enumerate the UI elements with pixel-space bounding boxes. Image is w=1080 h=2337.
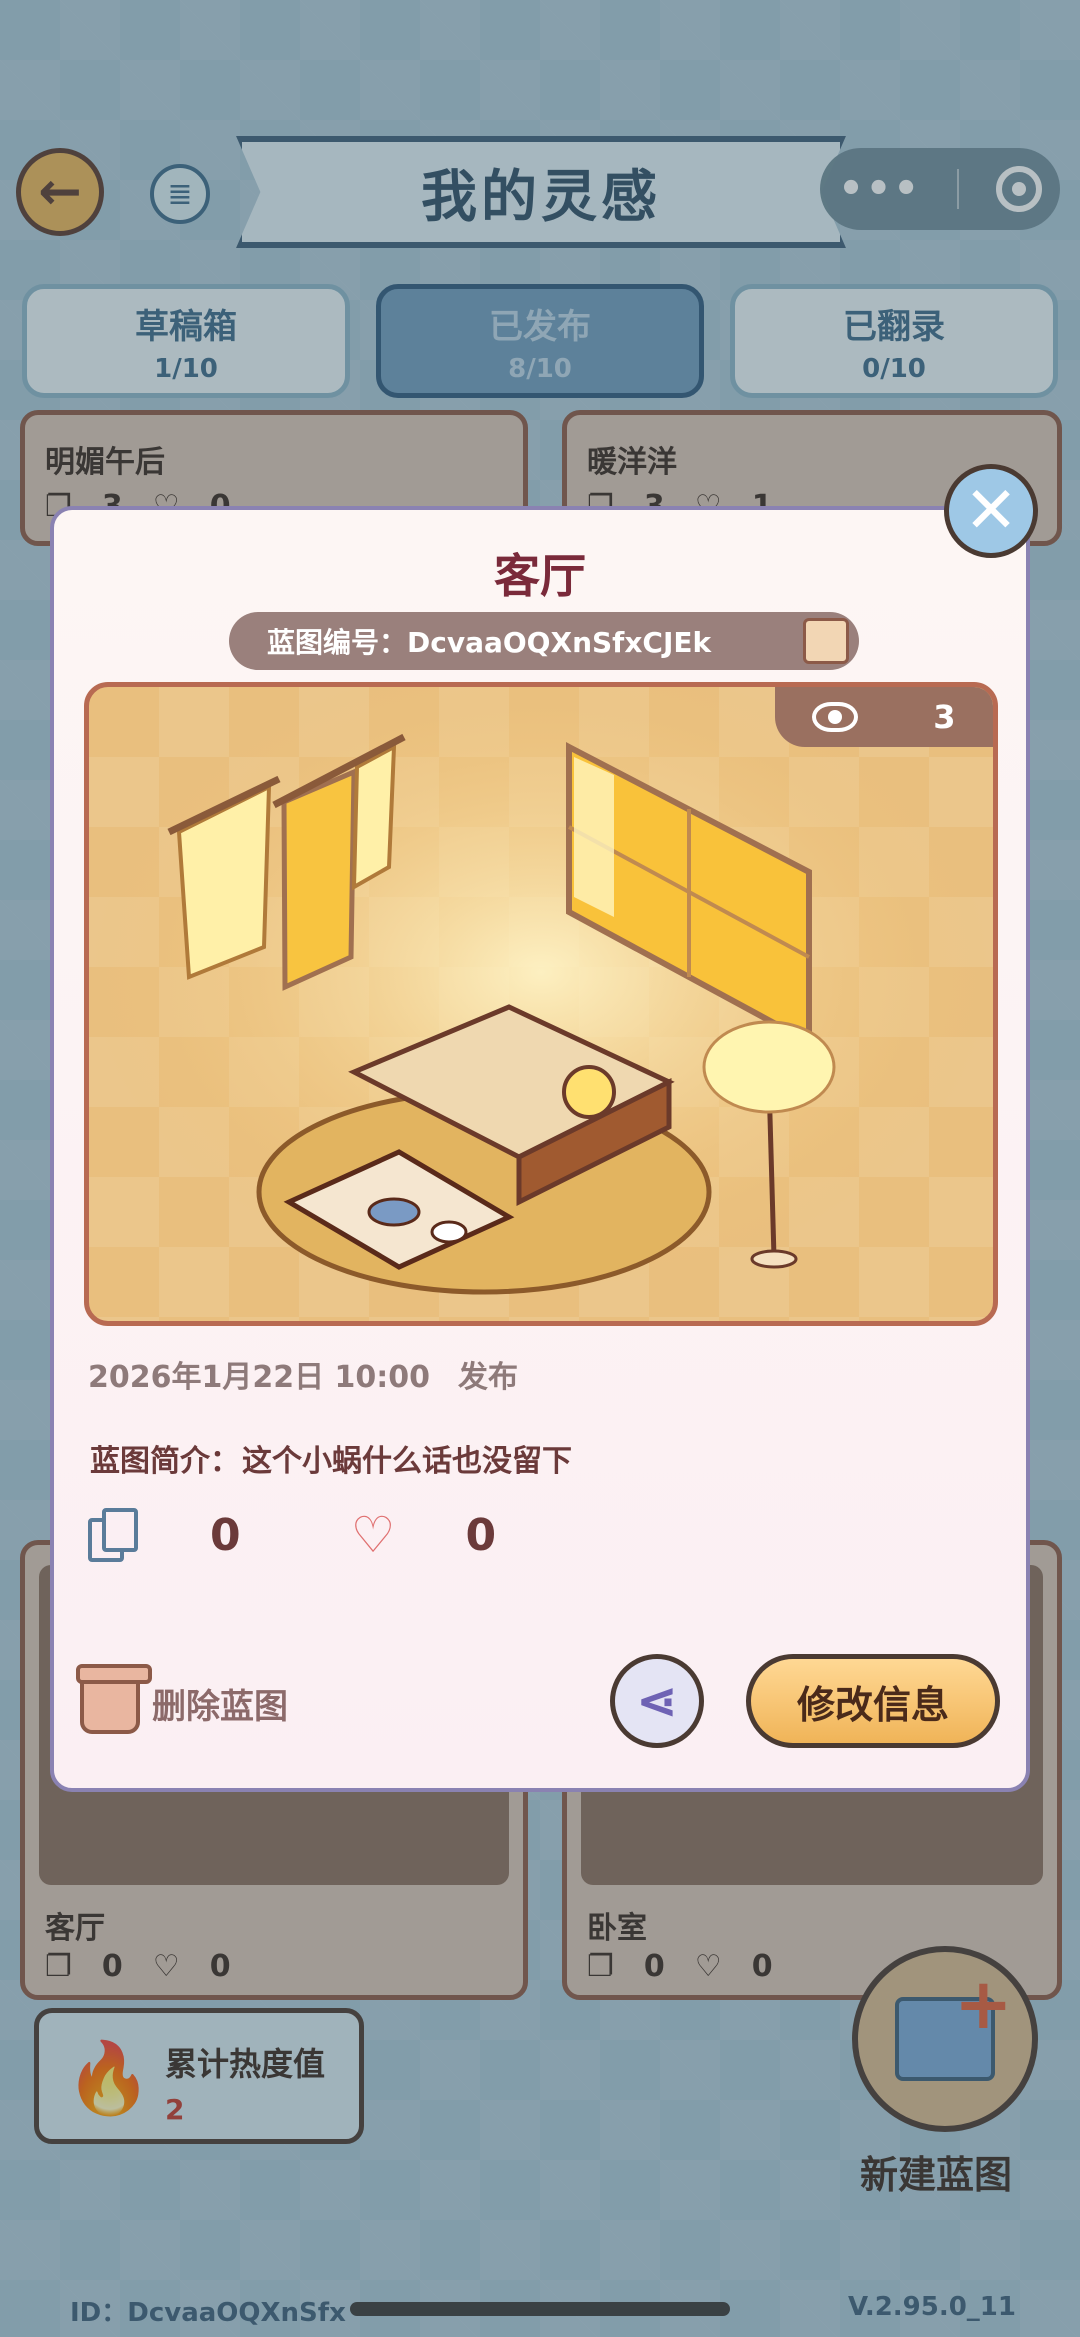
edit-info-button[interactable]: 修改信息 [746,1654,1000,1748]
lamp-base [750,1249,798,1269]
close-dialog-button[interactable]: ✕ [944,464,1038,558]
copy-icon [88,1508,140,1562]
eye-icon [812,702,859,732]
share-button[interactable]: ⋖ [610,1654,704,1748]
blueprint-detail-dialog: 客厅 蓝图编号：DcvaaOQXnSfxCJEk 3 2026年1月22日 10… [50,506,1030,1792]
blueprint-intro: 蓝图简介：这个小蜗什么话也没留下 [88,1436,572,1480]
copy-count: 0 [210,1509,241,1561]
edit-label: 修改信息 [796,1682,949,1727]
view-count: 3 [933,698,956,736]
like-count: 0 [465,1509,497,1561]
sheer-curtain [574,757,614,917]
heart-icon: ♡ [350,1506,396,1564]
blueprint-code-text: 蓝图编号：DcvaaOQXnSfxCJEk [267,626,712,659]
delete-label: 删除蓝图 [152,1686,288,1727]
copy-code-icon[interactable] [803,618,849,664]
publish-status: 发布 [458,1360,518,1395]
teacup [430,1220,468,1244]
cushion [562,1065,616,1119]
curtain-right [351,743,397,891]
blueprint-code: 蓝图编号：DcvaaOQXnSfxCJEk [229,612,859,670]
window-left [281,768,357,991]
trash-icon [76,1664,152,1734]
dialog-title: 客厅 [494,549,586,603]
publish-date: 2026年1月22日 10:00 [88,1360,431,1395]
dialog-stats: 0 ♡ 0 [88,1508,496,1562]
lamp-shade [702,1020,836,1114]
delete-blueprint-button[interactable]: 删除蓝图 [76,1664,288,1734]
intro-label: 蓝图简介： [90,1444,240,1479]
share-icon: ⋖ [636,1672,678,1730]
close-icon: ✕ [964,474,1018,548]
intro-text: 这个小蜗什么话也没留下 [242,1444,572,1479]
plate [367,1197,421,1227]
room-illustration [89,687,993,1321]
view-count-badge: 3 [775,687,993,747]
blueprint-preview-image: 3 [84,682,998,1326]
